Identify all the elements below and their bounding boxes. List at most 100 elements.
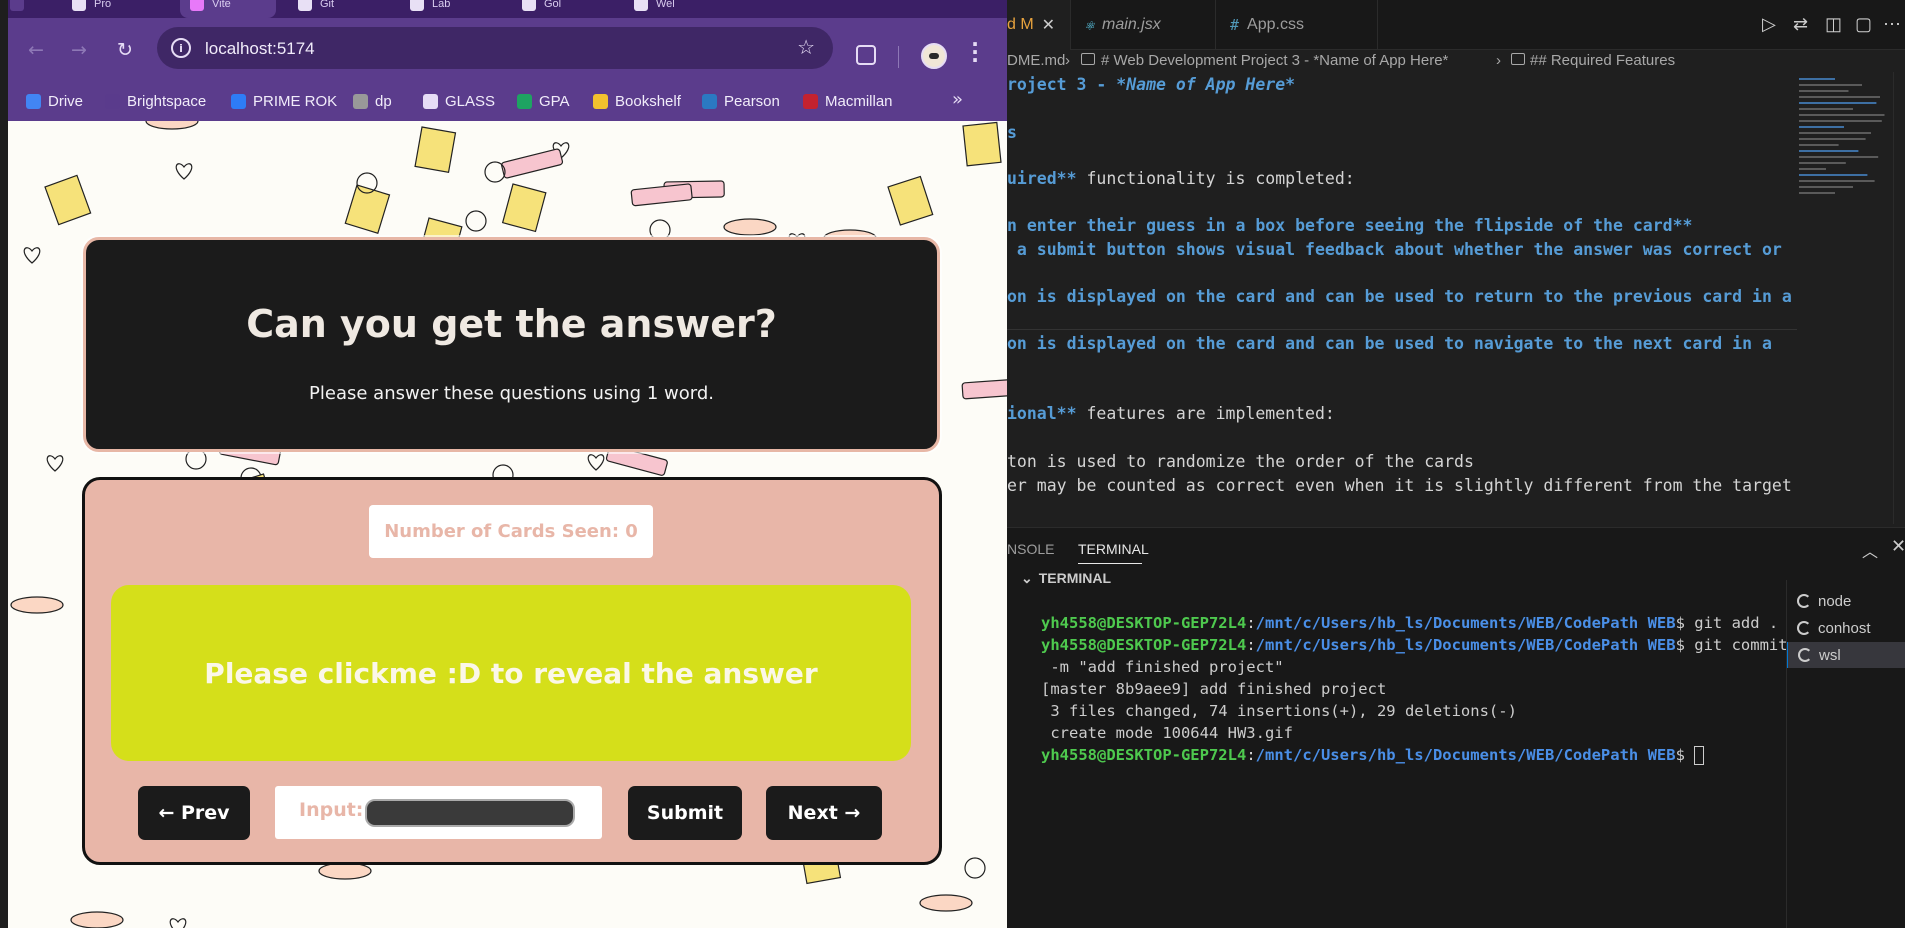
toolbar-divider [898,46,899,68]
browser-window: Pro Vite Git Lab Gol Wel ← → ↻ i localho… [0,0,1007,928]
tab-title: Vite [212,0,231,10]
run-icon[interactable]: ▷ [1762,14,1776,35]
browser-tab[interactable]: Pro [62,0,180,18]
browser-tab-strip: Pro Vite Git Lab Gol Wel [0,0,1007,18]
web-icon [634,0,648,11]
symbol-icon [1511,53,1525,65]
bookmark-drive[interactable]: Drive [26,81,83,121]
terminal-line: yh4558@DESKTOP-GEP72L4:/mnt/c/Users/hb_l… [1041,636,1788,654]
markdown-editor[interactable]: roject 3 - *Name of App Here* s uired** … [1007,72,1797,524]
terminal-icon [1797,621,1811,635]
flashcard[interactable]: Please clickme :D to reveal the answer [111,585,911,761]
terminal-item-wsl[interactable]: wsl [1787,642,1905,668]
submit-button[interactable]: Submit [628,786,742,840]
browser-tab-placeholder[interactable] [0,0,62,18]
tab-title: Gol [544,0,562,10]
profile-avatar[interactable] [921,43,947,69]
tab-terminal[interactable]: TERMINAL [1078,541,1149,557]
bookmark-label: Drive [48,92,84,110]
bookmark-label: dp [375,92,392,110]
browser-tab-active[interactable]: Vite [180,0,276,18]
bookmark-label: Bookshelf [615,92,681,110]
breadcrumb-file[interactable]: DME.md [1007,52,1065,69]
reload-button[interactable]: ↻ [113,38,137,62]
browser-menu-icon[interactable]: · · · [970,34,980,70]
bookmark-pearson[interactable]: Pearson [702,81,780,121]
bookmark-prime-rok[interactable]: PRIME ROK [231,81,337,121]
browser-tab[interactable]: Git [288,0,398,18]
tab-favicon-icon [72,0,86,11]
browser-tab[interactable]: Wel [624,0,724,18]
close-icon[interactable]: ✕ [1042,15,1055,35]
css-icon: # [1230,16,1240,34]
tab-debug-console[interactable]: NSOLE [1007,541,1054,557]
extensions-icon[interactable] [856,45,876,65]
line-text-italic: *Name of App Here* [1116,75,1296,94]
maximize-panel-icon[interactable]: ︿ [1862,538,1878,562]
chevron-right-icon: › [1496,52,1501,69]
github-icon [522,0,536,11]
editor-line: uired** functionality is completed: [1007,169,1355,188]
more-actions-icon[interactable]: ⋯ [1883,14,1901,35]
terminal-item-node[interactable]: node [1787,588,1905,614]
browser-tab[interactable]: Lab [400,0,500,18]
terminal-item-label: node [1818,592,1852,610]
vscode-window: d M ✕ ⚛ main.jsx # App.css ▷ ⇄ ◫ ▢ ⋯ DME… [1007,0,1905,928]
address-bar[interactable]: i localhost:5174 ☆ [157,27,833,69]
url-text: localhost:5174 [205,39,315,58]
guess-form: Input: [275,786,602,839]
bookmark-macmillan[interactable]: Macmillan [803,81,893,121]
terminal-command: $ git add . [1675,614,1779,632]
close-panel-icon[interactable]: ✕ [1891,536,1905,557]
breadcrumb-section[interactable]: # Web Development Project 3 - *Name of A… [1101,52,1448,69]
bookmark-label: Pearson [724,92,780,110]
layout-icon[interactable]: ▢ [1855,14,1872,35]
tab-app-css[interactable]: # App.css [1216,0,1378,50]
bookmark-label: GPA [539,92,570,110]
window-edge [0,0,8,928]
bookmark-gpa[interactable]: GPA [517,81,570,121]
guess-input[interactable] [365,799,575,827]
next-button[interactable]: Next → [766,786,882,840]
bookmark-brightspace[interactable]: Brightspace [105,81,206,121]
terminal-line: 3 files changed, 74 insertions(+), 29 de… [1041,702,1517,720]
page-title: Can you get the answer? [246,302,777,346]
macmillan-icon [803,93,818,109]
bookmark-dp[interactable]: dp [353,81,392,121]
editor-line: ional** features are implemented: [1007,404,1335,423]
editor-line: er may be counted as correct even when i… [1007,476,1792,495]
bottom-panel: NSOLE TERMINAL ︿ ✕ ⌄ TERMINAL yh4558@DESK… [1007,527,1905,928]
terminal-section-header[interactable]: ⌄ TERMINAL [1021,570,1111,587]
compare-changes-icon[interactable]: ⇄ [1793,14,1808,35]
tab-label: main.jsx [1102,16,1161,33]
minimap[interactable] [1797,72,1901,524]
dp-icon [353,93,368,109]
editor-scrollbar[interactable] [1893,72,1903,524]
editor-tab-strip: d M ✕ ⚛ main.jsx # App.css ▷ ⇄ ◫ ▢ ⋯ [1007,0,1905,50]
bookshelf-icon [593,93,608,109]
line-text: functionality is completed: [1076,169,1355,188]
split-editor-icon[interactable]: ◫ [1825,14,1842,35]
terminal-line: yh4558@DESKTOP-GEP72L4:/mnt/c/Users/hb_l… [1041,614,1779,632]
bookmark-glass[interactable]: GLASS [423,81,495,121]
editor-line: ton is used to randomize the order of th… [1007,452,1474,471]
tab-label: App.css [1247,16,1304,33]
tab-main-jsx[interactable]: ⚛ main.jsx [1071,0,1216,50]
terminal-item-conhost[interactable]: conhost [1787,615,1905,641]
browser-tab[interactable]: Gol [512,0,612,18]
terminal-line: [master 8b9aee9] add finished project [1041,680,1387,698]
flashcard-container: Number of Cards Seen: 0 Please clickme :… [82,477,942,865]
bookmark-bookshelf[interactable]: Bookshelf [593,81,681,121]
bookmarks-overflow-icon[interactable]: » [952,89,963,110]
back-button[interactable]: ← [24,38,48,62]
terminal-line: create mode 100644 HW3.gif [1041,724,1293,742]
prev-button[interactable]: ← Prev [138,786,250,840]
terminal-user: yh4558@DESKTOP-GEP72L4 [1041,746,1247,764]
forward-button[interactable]: → [67,38,91,62]
site-info-icon[interactable]: i [171,38,191,58]
tab-readme[interactable]: d M ✕ [1007,0,1071,50]
breadcrumb-section[interactable]: ## Required Features [1530,52,1675,69]
terminal-icon [1797,594,1811,608]
line-text: er may be counted as correct even when i… [1007,476,1792,495]
bookmark-star-icon[interactable]: ☆ [797,35,815,59]
